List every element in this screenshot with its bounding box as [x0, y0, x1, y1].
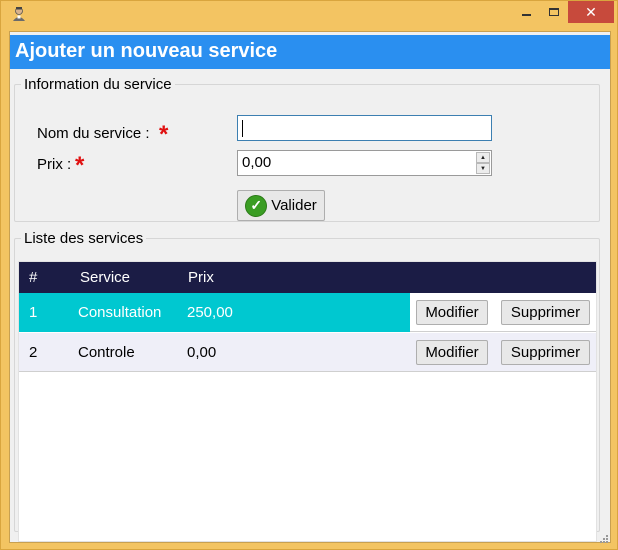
- row-id: 2: [29, 344, 38, 361]
- modify-button[interactable]: Modifier: [416, 300, 488, 325]
- table-header: # Service Prix: [19, 262, 596, 293]
- service-info-legend: Information du service: [24, 76, 172, 93]
- delete-button[interactable]: Supprimer: [501, 300, 590, 325]
- minimize-icon: [521, 14, 531, 16]
- maximize-icon: [549, 8, 559, 16]
- close-icon: ✕: [585, 3, 597, 20]
- page-title: Ajouter un nouveau service: [10, 35, 610, 69]
- title-bar[interactable]: ✕: [1, 1, 618, 29]
- service-info-group: Information du service Nom du service : …: [14, 76, 600, 222]
- app-window: ✕ Ajouter un nouveau service Information…: [0, 0, 618, 550]
- service-name-label: Nom du service :: [37, 125, 150, 142]
- spin-down-icon[interactable]: ▼: [476, 163, 490, 174]
- price-spinner[interactable]: ▲ ▼: [476, 152, 490, 174]
- row-service: Consultation: [78, 304, 162, 321]
- validate-button[interactable]: ✓ Valider: [237, 190, 325, 221]
- row-price: 0,00: [187, 344, 217, 361]
- row-price: 250,00: [187, 304, 233, 321]
- service-list-group: Liste des services # Service Prix 1 Cons…: [14, 230, 600, 542]
- text-caret: [242, 119, 243, 137]
- client-area: Ajouter un nouveau service Information d…: [9, 31, 611, 543]
- spin-up-icon[interactable]: ▲: [476, 152, 490, 163]
- column-header-id: #: [29, 269, 38, 286]
- minimize-button[interactable]: [513, 1, 539, 23]
- required-star-price: *: [75, 152, 85, 179]
- table-row[interactable]: 2 Controle 0,00 Modifier Supprimer: [19, 333, 596, 372]
- maximize-button[interactable]: [541, 1, 567, 23]
- modify-button[interactable]: Modifier: [416, 340, 488, 365]
- user-app-icon: [12, 6, 26, 22]
- column-header-service: Service: [80, 269, 131, 286]
- row-service: Controle: [78, 344, 135, 361]
- delete-button[interactable]: Supprimer: [501, 340, 590, 365]
- service-name-input[interactable]: [237, 115, 492, 141]
- check-icon: ✓: [245, 194, 268, 217]
- validate-label: Valider: [271, 197, 317, 214]
- services-table[interactable]: # Service Prix 1 Consultation 250,00 Mod…: [18, 261, 597, 542]
- table-row[interactable]: 1 Consultation 250,00 Modifier Supprimer: [19, 293, 596, 332]
- price-stepper[interactable]: 0,00 ▲ ▼: [237, 150, 492, 176]
- row-id: 1: [29, 304, 38, 321]
- price-value: 0,00: [242, 154, 272, 171]
- service-list-legend: Liste des services: [24, 230, 144, 247]
- price-label: Prix :: [37, 156, 72, 173]
- required-star-name: *: [159, 121, 169, 148]
- resize-grip-icon[interactable]: [598, 530, 608, 543]
- close-button[interactable]: ✕: [568, 1, 614, 23]
- column-header-price: Prix: [188, 269, 214, 286]
